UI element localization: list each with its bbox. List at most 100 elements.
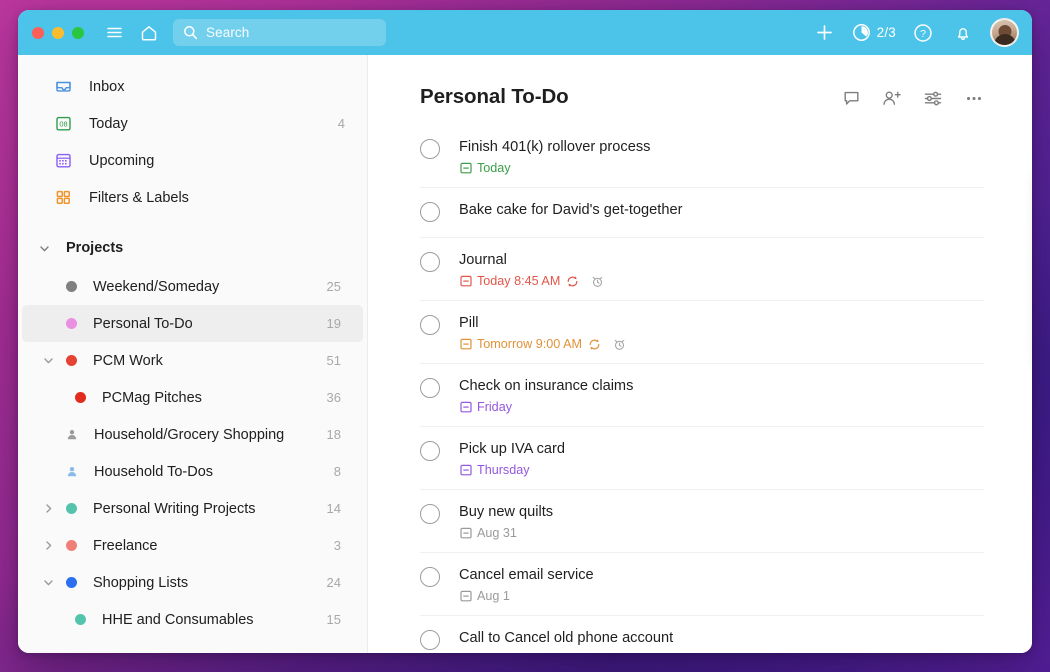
task-row[interactable]: Finish 401(k) rollover processToday bbox=[420, 125, 984, 188]
avatar[interactable] bbox=[990, 18, 1019, 47]
task-checkbox[interactable] bbox=[420, 378, 440, 398]
project-label: PCM Work bbox=[93, 353, 327, 369]
sidebar-project-item[interactable]: PCM Work51 bbox=[22, 342, 363, 379]
project-label: Household To-Dos bbox=[94, 464, 334, 480]
plus-icon[interactable] bbox=[812, 20, 838, 46]
sidebar-item-filters-labels[interactable]: Filters & Labels bbox=[18, 179, 367, 216]
karma-circle-icon bbox=[852, 23, 871, 42]
task-row[interactable]: Pill Tomorrow 9:00 AM bbox=[420, 301, 984, 364]
calendar-icon bbox=[459, 590, 472, 603]
project-count: 3 bbox=[334, 538, 341, 553]
task-checkbox[interactable] bbox=[420, 441, 440, 461]
task-list: Finish 401(k) rollover processTodayBake … bbox=[368, 109, 1032, 653]
search-input[interactable]: Search bbox=[173, 19, 386, 46]
task-due-date[interactable]: Today bbox=[459, 161, 511, 175]
sidebar-item-upcoming[interactable]: Upcoming bbox=[18, 142, 367, 179]
close-button[interactable] bbox=[32, 27, 44, 39]
chevron-right-icon[interactable] bbox=[40, 502, 57, 515]
maximize-button[interactable] bbox=[72, 27, 84, 39]
task-content: Check on insurance claimsFriday bbox=[459, 377, 984, 414]
task-row[interactable]: Bake cake for David's get-together bbox=[420, 188, 984, 238]
task-checkbox[interactable] bbox=[420, 315, 440, 335]
task-due-date[interactable]: Today 8:45 AM bbox=[459, 274, 560, 288]
sidebar-project-item[interactable]: Freelance3 bbox=[22, 527, 363, 564]
sidebar-project-item[interactable]: Personal Writing Projects14 bbox=[22, 490, 363, 527]
projects-section-header[interactable]: Projects bbox=[18, 228, 367, 268]
chevron-down-icon[interactable] bbox=[40, 354, 57, 367]
project-color-dot bbox=[66, 540, 77, 551]
home-icon[interactable] bbox=[136, 20, 162, 46]
task-meta: Today bbox=[459, 161, 984, 175]
question-circle-icon[interactable]: ? bbox=[910, 20, 936, 46]
task-title: Journal bbox=[459, 251, 984, 270]
sidebar-project-item[interactable]: Shopping Lists24 bbox=[22, 564, 363, 601]
project-label: HHE and Consumables bbox=[102, 612, 327, 628]
chevron-right-icon[interactable] bbox=[40, 539, 57, 552]
calendar-icon bbox=[459, 275, 472, 288]
task-row[interactable]: Buy new quiltsAug 31 bbox=[420, 490, 984, 553]
main-toolbar bbox=[841, 85, 984, 108]
svg-text:?: ? bbox=[920, 28, 926, 40]
project-list: Weekend/Someday25Personal To-Do19PCM Wor… bbox=[18, 268, 367, 638]
task-checkbox[interactable] bbox=[420, 567, 440, 587]
bell-icon[interactable] bbox=[950, 20, 976, 46]
view-options-icon[interactable] bbox=[923, 88, 943, 108]
task-note: 800.331.0500 bbox=[459, 652, 984, 653]
sidebar-project-item[interactable]: Weekend/Someday25 bbox=[22, 268, 363, 305]
shared-project-icon bbox=[66, 466, 78, 478]
filters-labels-icon bbox=[54, 188, 73, 207]
task-due-date[interactable]: Aug 31 bbox=[459, 526, 517, 540]
task-meta: Aug 31 bbox=[459, 526, 984, 540]
calendar-icon bbox=[459, 464, 472, 477]
task-due-date-label: Tomorrow 9:00 AM bbox=[477, 337, 582, 351]
chevron-down-icon bbox=[36, 240, 53, 257]
task-checkbox[interactable] bbox=[420, 504, 440, 524]
calendar-icon bbox=[459, 401, 472, 414]
task-row[interactable]: Journal Today 8:45 AM bbox=[420, 238, 984, 301]
project-color-dot bbox=[75, 614, 86, 625]
sidebar-item-count: 4 bbox=[338, 116, 345, 131]
task-due-date[interactable]: Thursday bbox=[459, 463, 530, 477]
task-title: Call to Cancel old phone account bbox=[459, 629, 984, 648]
sidebar-project-item[interactable]: HHE and Consumables15 bbox=[22, 601, 363, 638]
chevron-down-icon[interactable] bbox=[40, 576, 57, 589]
search-placeholder: Search bbox=[206, 25, 249, 40]
project-label: Weekend/Someday bbox=[93, 279, 327, 295]
task-content: Call to Cancel old phone account 800.331.… bbox=[459, 629, 984, 653]
task-meta: Today 8:45 AM bbox=[459, 274, 984, 288]
more-options-icon[interactable] bbox=[964, 88, 984, 108]
task-checkbox[interactable] bbox=[420, 202, 440, 222]
calendar-icon bbox=[459, 162, 472, 175]
comments-icon[interactable] bbox=[841, 88, 861, 108]
sidebar-item-today[interactable]: 08 Today 4 bbox=[18, 105, 367, 142]
task-meta: Friday bbox=[459, 400, 984, 414]
task-due-date[interactable]: Friday bbox=[459, 400, 512, 414]
sidebar-item-label: Upcoming bbox=[89, 153, 329, 169]
alarm-icon bbox=[591, 275, 604, 288]
sidebar-project-item[interactable]: Personal To-Do19 bbox=[22, 305, 363, 342]
task-title: Pill bbox=[459, 314, 984, 333]
sidebar-project-item[interactable]: Household To-Dos8 bbox=[22, 453, 363, 490]
task-due-date[interactable]: Aug 1 bbox=[459, 589, 510, 603]
task-checkbox[interactable] bbox=[420, 630, 440, 650]
task-row[interactable]: Check on insurance claimsFriday bbox=[420, 364, 984, 427]
task-row[interactable]: Call to Cancel old phone account 800.331.… bbox=[420, 616, 984, 653]
project-color-dot bbox=[66, 281, 77, 292]
task-row[interactable]: Cancel email serviceAug 1 bbox=[420, 553, 984, 616]
project-count: 19 bbox=[327, 316, 341, 331]
minimize-button[interactable] bbox=[52, 27, 64, 39]
task-due-date[interactable]: Tomorrow 9:00 AM bbox=[459, 337, 582, 351]
project-label: Personal To-Do bbox=[93, 316, 327, 332]
task-checkbox[interactable] bbox=[420, 252, 440, 272]
task-due-date-label: Aug 31 bbox=[477, 526, 517, 540]
task-checkbox[interactable] bbox=[420, 139, 440, 159]
sidebar-item-label: Inbox bbox=[89, 79, 329, 95]
sidebar-project-item[interactable]: Household/Grocery Shopping18 bbox=[22, 416, 363, 453]
hamburger-icon[interactable] bbox=[101, 20, 127, 46]
task-row[interactable]: Pick up IVA cardThursday bbox=[420, 427, 984, 490]
sidebar-project-item[interactable]: PCMag Pitches36 bbox=[22, 379, 363, 416]
add-person-icon[interactable] bbox=[882, 88, 902, 108]
karma-progress[interactable]: 2/3 bbox=[852, 23, 896, 42]
sidebar-item-inbox[interactable]: Inbox bbox=[18, 68, 367, 105]
project-count: 36 bbox=[327, 390, 341, 405]
